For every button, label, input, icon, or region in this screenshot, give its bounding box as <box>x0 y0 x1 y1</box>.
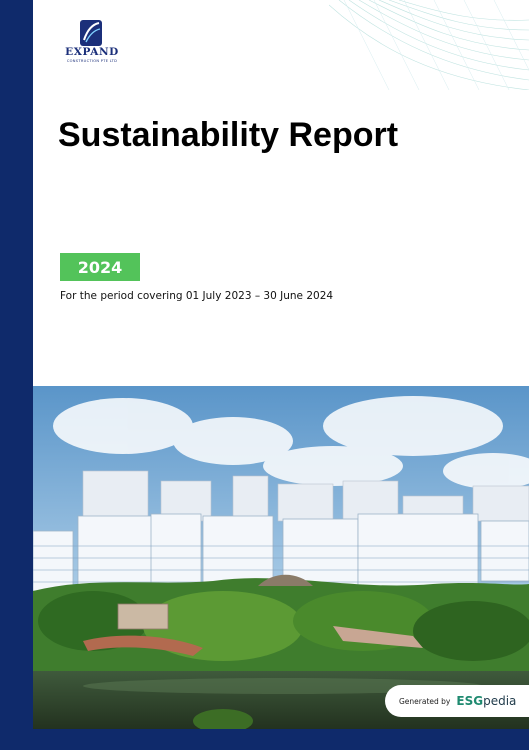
report-title: Sustainability Report <box>58 116 399 154</box>
company-logo: EXPAND CONSTRUCTION PTE LTD <box>58 20 126 66</box>
esgpedia-logo-pedia: pedia <box>483 694 517 708</box>
report-period: For the period covering 01 July 2023 – 3… <box>60 290 334 302</box>
company-name: EXPAND <box>65 46 119 58</box>
expand-logo-icon <box>80 20 102 46</box>
generated-by-label: Generated by <box>399 696 451 706</box>
bottom-navy-band <box>0 729 529 750</box>
generated-by-badge: Generated by ESG pedia <box>385 685 529 717</box>
cover-photo <box>33 386 529 729</box>
company-subtitle: CONSTRUCTION PTE LTD <box>66 59 118 63</box>
year-badge: 2024 <box>60 253 140 281</box>
wave-lines-decoration <box>329 0 529 90</box>
left-navy-band <box>0 0 33 750</box>
esgpedia-logo-esg: ESG <box>456 694 484 708</box>
